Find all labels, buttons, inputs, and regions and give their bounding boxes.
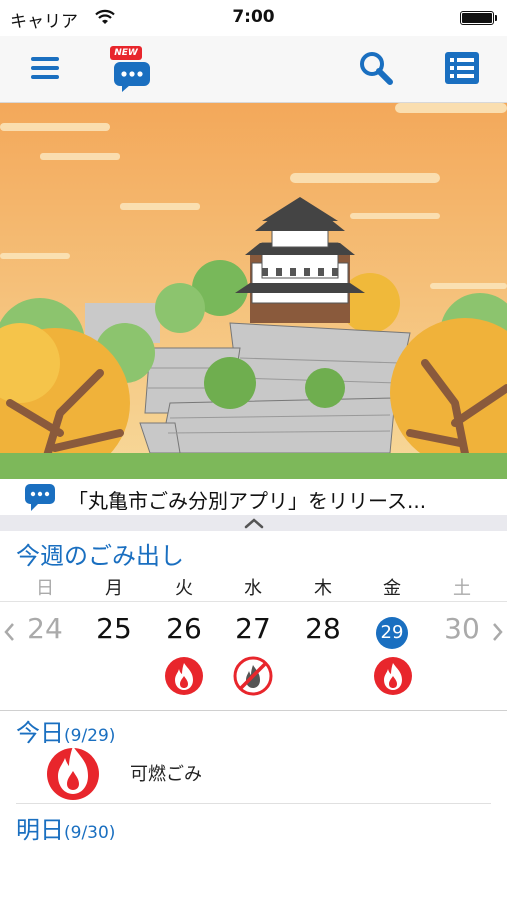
tomorrow-heading: 明日(9/30) — [16, 810, 115, 845]
date-cell[interactable]: 27 — [223, 612, 283, 645]
chevron-right-icon[interactable] — [492, 622, 504, 642]
weekday-tue: 火 — [175, 578, 193, 599]
date-cell-today[interactable]: 29 — [362, 612, 422, 649]
news-headline: 「丸亀市ごみ分別アプリ」をリリース... — [68, 489, 427, 513]
news-ticker[interactable]: 「丸亀市ごみ分別アプリ」をリリース... — [0, 479, 507, 515]
date-cell[interactable]: 24 — [15, 612, 75, 645]
clock: 7:00 — [232, 7, 275, 27]
news-message-button[interactable]: NEW — [110, 46, 154, 92]
weekday-fri: 金 — [383, 578, 401, 599]
weekday-thu: 木 — [314, 578, 332, 599]
burnable-garbage-icon — [165, 657, 203, 695]
weekday-sat: 土 — [453, 578, 471, 599]
menu-icon[interactable] — [30, 54, 60, 82]
week-calendar: 24 25 26 27 28 29 30 — [0, 601, 507, 711]
burnable-garbage-icon — [374, 657, 412, 695]
today-date: 29 — [376, 617, 408, 649]
chevron-left-icon[interactable] — [3, 622, 15, 642]
burnable-garbage-icon — [47, 746, 99, 800]
list-icon[interactable] — [444, 51, 480, 85]
castle-banner-image[interactable] — [0, 103, 507, 479]
nav-bar: NEW — [0, 36, 507, 103]
weekday-sun: 日 — [36, 578, 54, 599]
date-cell[interactable]: 28 — [293, 612, 353, 645]
new-badge: NEW — [114, 48, 138, 58]
week-title: 今週のごみ出し — [16, 542, 184, 570]
weekday-header: 日 月 火 水 木 金 土 — [0, 574, 507, 600]
battery-icon — [460, 11, 494, 25]
battery-tip — [495, 15, 497, 21]
date-cell[interactable]: 30 — [432, 612, 492, 645]
search-icon[interactable] — [358, 50, 394, 86]
no-burning-icon — [233, 656, 273, 696]
status-bar: キャリア 7:00 — [0, 0, 507, 36]
tomorrow-label: 明日 — [16, 816, 64, 844]
date-cell[interactable]: 25 — [84, 612, 144, 645]
collapse-handle[interactable] — [0, 515, 507, 531]
divider — [16, 803, 491, 804]
chevron-up-icon — [244, 518, 264, 529]
weekday-wed: 水 — [244, 578, 262, 599]
garbage-type-label[interactable]: 可燃ごみ — [130, 760, 202, 786]
tomorrow-date-label: (9/30) — [64, 823, 116, 843]
message-icon — [25, 484, 55, 511]
weekday-mon: 月 — [105, 578, 123, 599]
date-cell[interactable]: 26 — [154, 612, 214, 645]
